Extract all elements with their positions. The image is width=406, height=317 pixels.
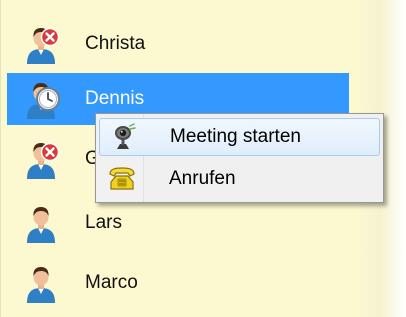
contact-name: Lars	[85, 212, 122, 233]
contact-name: Christa	[85, 33, 146, 54]
menu-item-meeting-starten[interactable]: Meeting starten	[99, 118, 380, 156]
contact-name: Marco	[85, 272, 138, 293]
person-icon	[21, 204, 61, 244]
contact-row-christa[interactable]: Christa	[7, 18, 349, 70]
menu-item-label: Anrufen	[169, 168, 236, 189]
menu-item-label: Meeting starten	[170, 126, 301, 147]
person-blocked-icon	[21, 27, 60, 65]
webcam-icon	[115, 123, 136, 149]
contact-row-lars[interactable]: Lars	[7, 197, 349, 249]
person-icon	[21, 264, 61, 304]
contact-row-marco[interactable]: Marco	[7, 257, 349, 309]
person-clock-icon	[21, 80, 60, 120]
context-menu: Meeting starten Anrufen	[95, 113, 384, 203]
person-blocked-icon	[21, 142, 60, 180]
phone-icon	[109, 167, 135, 190]
menu-item-anrufen[interactable]: Anrufen	[99, 161, 380, 199]
